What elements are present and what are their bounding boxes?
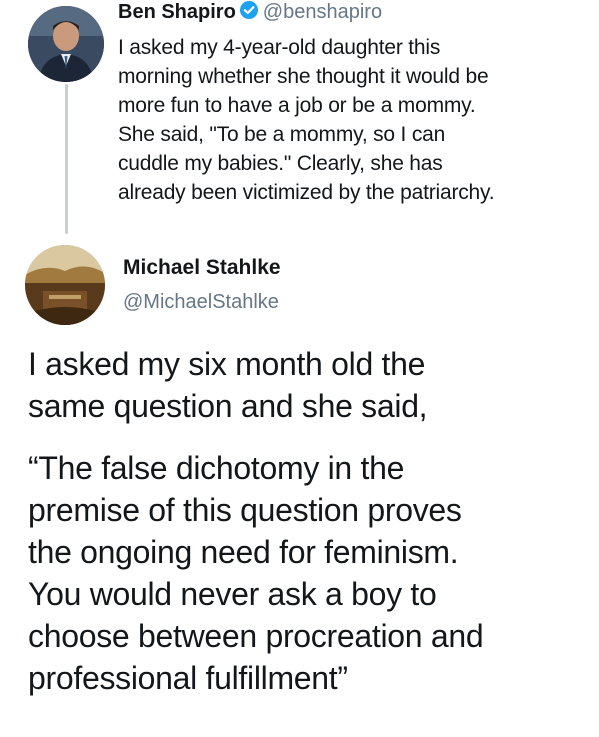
- tweet-text-line: choose between procreation and: [28, 618, 484, 654]
- reply-tweet-text: I asked my 4-year-old daughter this morn…: [118, 33, 588, 207]
- tweet-text-line: I asked my six month old the: [28, 346, 426, 382]
- reply-text-line: already been victimized by the patriarch…: [118, 181, 495, 204]
- michael-stahlke-avatar[interactable]: [25, 245, 105, 325]
- main-tweet-text: I asked my six month old the same questi…: [28, 343, 593, 719]
- reply-text-line: morning whether she thought it would be: [118, 65, 489, 88]
- tweet-text-line: professional fulfillment”: [28, 660, 348, 696]
- tweet-text-line: same question and she said,: [28, 388, 428, 424]
- reply-author-handle[interactable]: @benshapiro: [263, 1, 382, 23]
- reply-text-line: She said, "To be a mommy, so I can: [118, 123, 446, 146]
- reply-text-line: cuddle my babies." Clearly, she has: [118, 152, 443, 175]
- reply-text-line: more fun to have a job or be a mommy.: [118, 94, 476, 117]
- tweet-text-line: premise of this question proves: [28, 492, 462, 528]
- tweet-text-line: the ongoing need for feminism.: [28, 534, 459, 570]
- tweet-text-line: You would never ask a boy to: [28, 576, 437, 612]
- tweet-paragraph: I asked my six month old the same questi…: [28, 343, 593, 427]
- tweet-text-line: “The false dichotomy in the: [28, 450, 405, 486]
- tweet-paragraph: “The false dichotomy in the premise of t…: [28, 447, 593, 699]
- thread-line: [65, 84, 68, 234]
- reply-text-line: I asked my 4-year-old daughter this: [118, 36, 441, 59]
- ben-shapiro-avatar[interactable]: [28, 6, 104, 82]
- verified-badge-icon: [239, 0, 259, 26]
- reply-author-name[interactable]: Ben Shapiro: [118, 1, 236, 23]
- main-author-handle[interactable]: @MichaelStahlke: [123, 290, 279, 314]
- main-author-name[interactable]: Michael Stahlke: [123, 255, 281, 281]
